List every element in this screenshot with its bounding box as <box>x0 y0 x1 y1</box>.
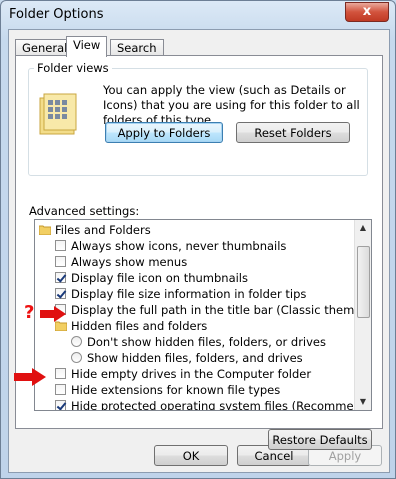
scroll-up-icon[interactable]: ▲ <box>355 220 371 236</box>
radio-dont-show-hidden[interactable] <box>71 336 82 347</box>
checkbox-always-show-menus[interactable] <box>55 256 66 267</box>
view-tab-panel: Folder views You can apply the view (suc… <box>15 55 383 450</box>
red-arrow-icon <box>40 306 66 322</box>
tab-search[interactable]: Search <box>110 39 164 56</box>
window-title: Folder Options <box>9 7 104 22</box>
vertical-scrollbar[interactable]: ▲ ▼ <box>354 220 371 410</box>
folder-views-icon <box>39 93 77 135</box>
radio-show-hidden[interactable] <box>71 352 82 363</box>
folder-icon <box>39 225 51 235</box>
checkbox-display-file-icon[interactable] <box>55 272 66 283</box>
reset-folders-button[interactable]: Reset Folders <box>236 122 350 143</box>
checkbox-display-file-size[interactable] <box>55 288 66 299</box>
ok-button[interactable]: OK <box>154 445 228 466</box>
folder-views-legend: Folder views <box>34 61 112 75</box>
dialog-client: General View Search Folder views You can… <box>8 29 390 473</box>
checkbox-always-show-icons[interactable] <box>55 240 66 251</box>
restore-defaults-button[interactable]: Restore Defaults <box>268 429 372 450</box>
checkbox-hide-empty-drives[interactable] <box>55 368 66 379</box>
checkbox-hide-extensions[interactable] <box>55 384 66 395</box>
close-button[interactable]: x <box>345 2 389 22</box>
question-mark-annotation: ? <box>24 302 35 323</box>
scroll-thumb[interactable] <box>357 246 370 318</box>
advanced-settings-list[interactable]: Files and Folders Always show icons, nev… <box>34 219 372 411</box>
scroll-down-icon[interactable]: ▼ <box>355 394 371 410</box>
folder-options-window: Folder Options x General View Search Fol… <box>0 0 396 479</box>
checkbox-hide-protected-files[interactable] <box>55 400 66 410</box>
tab-view[interactable]: View <box>66 36 108 57</box>
title-bar[interactable]: Folder Options x <box>1 1 395 29</box>
advanced-settings-label: Advanced settings: <box>29 204 140 218</box>
apply-to-folders-button[interactable]: Apply to Folders <box>105 122 223 143</box>
red-arrow-icon <box>14 368 46 386</box>
